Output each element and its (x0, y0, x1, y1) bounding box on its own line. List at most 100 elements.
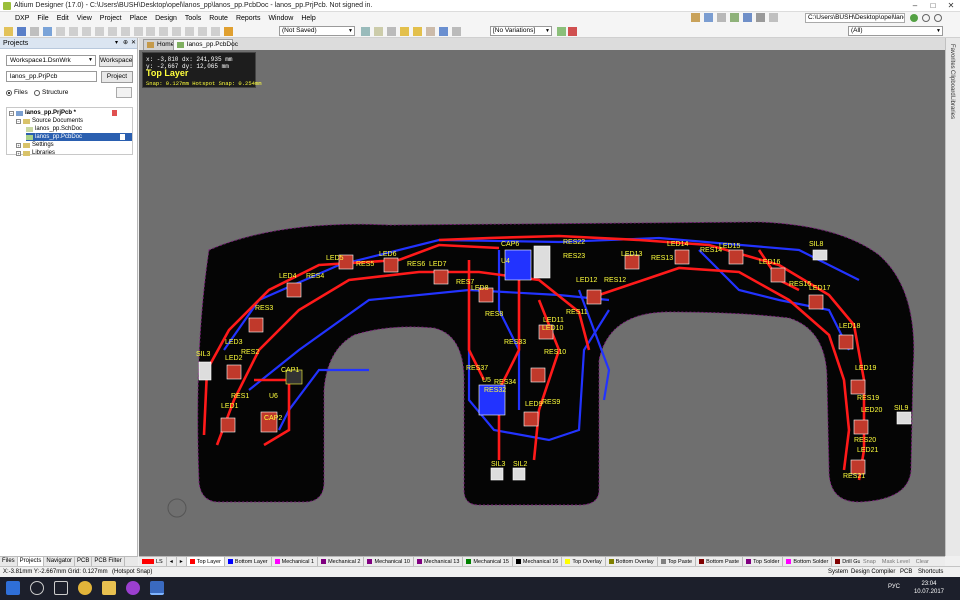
expand-icon[interactable]: + (16, 150, 21, 156)
libraries-tab[interactable]: Libraries (949, 96, 955, 119)
windows-start-icon[interactable] (6, 581, 20, 595)
menu-design[interactable]: Design (151, 12, 181, 25)
radio-structure[interactable]: Structure (34, 89, 68, 96)
layer-tab-mechanical-15[interactable]: Mechanical 15 (463, 557, 513, 566)
chrome-icon[interactable] (78, 581, 92, 595)
workspace-field[interactable]: Workspace1.DsnWrk ▼ (6, 55, 96, 66)
paste-icon[interactable] (120, 27, 130, 36)
file-explorer-icon[interactable] (102, 581, 116, 595)
clear-filter-icon[interactable] (185, 27, 195, 36)
variant-icon[interactable] (768, 13, 778, 22)
copy-icon[interactable] (107, 27, 117, 36)
menu-dxp[interactable]: DXP (0, 12, 33, 25)
undo-icon[interactable] (198, 27, 208, 36)
layer-tab-top-layer[interactable]: Top Layer (186, 557, 225, 566)
forward-icon[interactable] (934, 14, 942, 22)
search-icon[interactable] (30, 581, 44, 595)
pcb-canvas[interactable]: CAP6 RES22 LED14 LED15 LED13 RES14 SIL8 … (139, 50, 945, 556)
cut-icon[interactable] (94, 27, 104, 36)
apply-filter-icon[interactable] (557, 27, 566, 36)
filter-icon[interactable] (691, 13, 700, 22)
align-icon[interactable] (703, 13, 713, 22)
status-pcb[interactable]: PCB (900, 568, 912, 577)
layer-tab-mechanical-2[interactable]: Mechanical 2 (318, 557, 365, 566)
close-panel-icon[interactable]: ✕ (131, 38, 136, 49)
menu-route[interactable]: Route (205, 12, 232, 25)
menu-edit[interactable]: Edit (53, 12, 73, 25)
layer-tab-bottom-solder[interactable]: Bottom Solder (783, 557, 833, 566)
task-view-icon[interactable] (54, 581, 68, 595)
grid-icon[interactable] (729, 13, 739, 22)
tree-item-pcbdoc[interactable]: lanos_pp.PcbDoc (26, 133, 132, 141)
layer-set-tab[interactable]: LS (139, 557, 167, 566)
panel-options-icon[interactable] (116, 87, 132, 98)
clipboard-tab[interactable]: Clipboard (949, 70, 955, 96)
radio-files[interactable]: Files (6, 89, 28, 96)
print-icon[interactable] (29, 27, 39, 36)
pin-icon-2[interactable]: ⊕ (123, 38, 128, 49)
back-icon[interactable] (922, 14, 930, 22)
close-button[interactable]: ✕ (942, 0, 960, 12)
dimension-icon[interactable] (755, 13, 765, 22)
cross-probe-icon[interactable] (224, 27, 234, 36)
variations-combo[interactable]: [No Variations] ▼ (490, 26, 552, 36)
snap-toggle[interactable]: Snap (860, 559, 879, 565)
menu-help[interactable]: Help (297, 12, 319, 25)
pad-icon[interactable] (399, 27, 409, 36)
menu-project[interactable]: Project (96, 12, 126, 25)
via-icon[interactable] (412, 27, 422, 36)
layer-tab-bottom-layer[interactable]: Bottom Layer (225, 557, 272, 566)
layer-scroll-left-icon[interactable]: ◂ (167, 557, 177, 566)
menu-place[interactable]: Place (126, 12, 152, 25)
workspace-button[interactable]: Workspace (99, 55, 133, 67)
layer-tab-bottom-paste[interactable]: Bottom Paste (696, 557, 744, 566)
go-icon[interactable] (910, 14, 918, 22)
rubber-stamp-icon[interactable] (133, 27, 143, 36)
media-app-icon[interactable] (126, 581, 140, 595)
collapse-icon[interactable]: − (16, 118, 21, 124)
collapse-icon[interactable]: − (9, 110, 14, 116)
diff-pair-icon[interactable] (373, 27, 383, 36)
save-icon[interactable] (16, 27, 26, 36)
zoom-area-icon[interactable] (68, 27, 78, 36)
layer-tab-top-overlay[interactable]: Top Overlay (562, 557, 606, 566)
tree-item-libraries[interactable]: + Libraries (16, 149, 55, 157)
status-design-compiler[interactable]: Design Compiler (851, 568, 895, 577)
clear-button[interactable]: Clear (913, 559, 932, 565)
zoom-selected-icon[interactable] (81, 27, 91, 36)
tab-projects[interactable]: Projects (17, 557, 45, 566)
layer-tab-bottom-overlay[interactable]: Bottom Overlay (606, 557, 658, 566)
pin-icon[interactable]: ▾ (115, 38, 118, 49)
altium-taskbar-icon[interactable] (150, 581, 164, 595)
mask-level-button[interactable]: Mask Level (879, 559, 913, 565)
maximize-button[interactable]: □ (924, 0, 942, 12)
route-icon[interactable] (361, 27, 370, 36)
zoom-icon[interactable] (42, 27, 52, 36)
menu-tools[interactable]: Tools (181, 12, 205, 25)
layer-tab-mechanical-13[interactable]: Mechanical 13 (414, 557, 464, 566)
tree-item-schdoc[interactable]: lanos_pp.SchDoc (26, 125, 82, 133)
layer-tab-top-solder[interactable]: Top Solder (743, 557, 784, 566)
tab-navigator[interactable]: Navigator (44, 557, 76, 566)
filter-combo[interactable]: (All) ▼ (848, 26, 943, 36)
string-icon[interactable] (438, 27, 448, 36)
menu-file[interactable]: File (33, 12, 52, 25)
status-shortcuts[interactable]: Shortcuts (918, 568, 943, 577)
tab-home[interactable]: Home (143, 39, 175, 50)
tab-pcb-filter[interactable]: PCB Filter (92, 557, 125, 566)
path-field[interactable]: C:\Users\BUSH\Desktop\opel\lano (805, 13, 905, 23)
tab-files[interactable]: Files (0, 557, 18, 566)
zoom-fit-icon[interactable] (55, 27, 65, 36)
select-area-icon[interactable] (146, 27, 156, 36)
open-icon[interactable] (4, 27, 13, 36)
layer-tab-mechanical-1[interactable]: Mechanical 1 (272, 557, 319, 566)
clock[interactable]: 23:04 10.07.2017 (914, 580, 944, 596)
tree-item-source-documents[interactable]: − Source Documents (16, 117, 83, 125)
saved-state-combo[interactable]: (Not Saved) ▼ (279, 26, 355, 36)
clear-icon[interactable] (568, 27, 577, 36)
favorites-tab[interactable]: Favorites (949, 44, 955, 69)
tab-pcb[interactable]: PCB (75, 557, 93, 566)
deselect-icon[interactable] (172, 27, 182, 36)
arc-icon[interactable] (386, 27, 396, 36)
layer-tab-mechanical-16[interactable]: Mechanical 16 (513, 557, 563, 566)
